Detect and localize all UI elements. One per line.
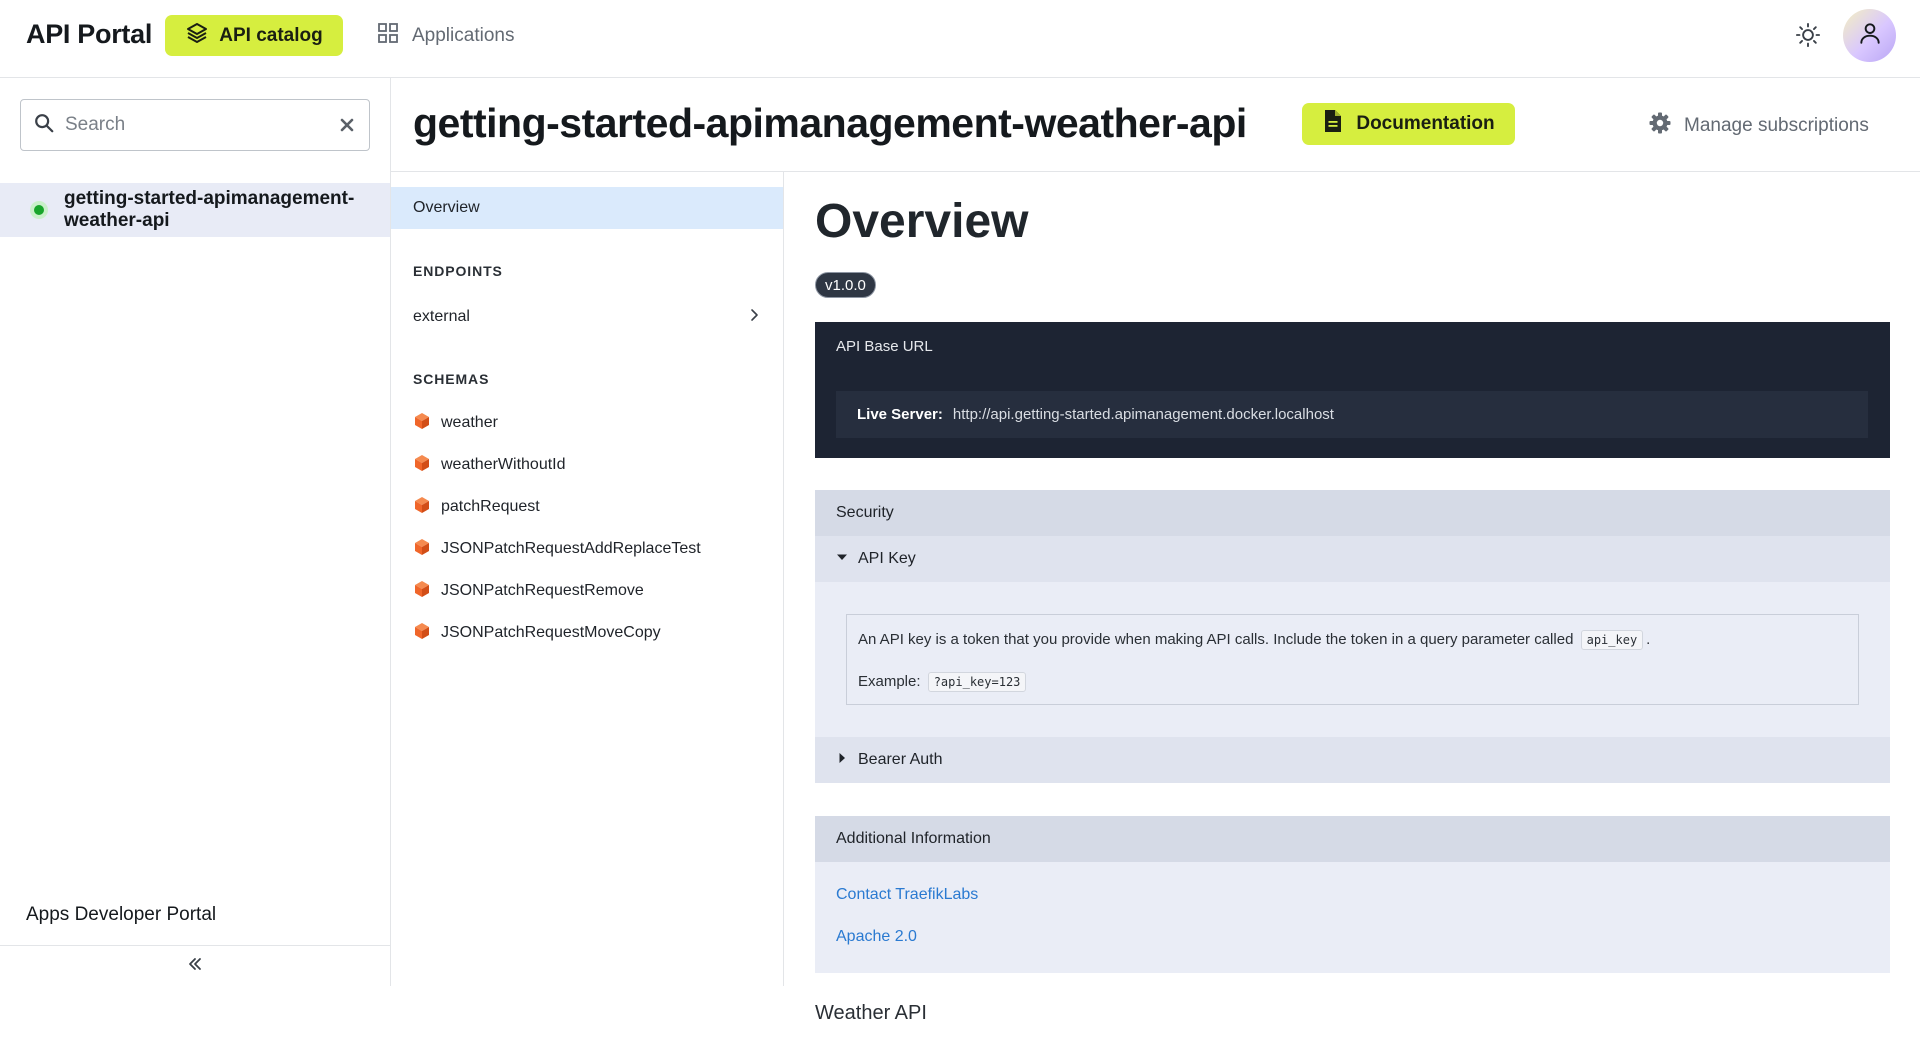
api-base-url-heading: API Base URL: [836, 337, 933, 355]
manage-subscriptions-button[interactable]: Manage subscriptions: [1648, 111, 1869, 141]
cube-icon: [413, 538, 431, 561]
schema-label: weatherWithoutId: [441, 456, 566, 473]
api-key-label: API Key: [858, 550, 916, 567]
top-navigation-bar: API Portal API catalog Applications: [0, 0, 1920, 78]
live-server-label: Live Server:: [857, 406, 943, 423]
api-key-param-code: api_key: [1580, 630, 1644, 650]
cube-icon: [413, 496, 431, 519]
nav-api-catalog-label: API catalog: [219, 24, 323, 46]
bearer-auth-label: Bearer Auth: [858, 751, 943, 768]
nav-applications-label: Applications: [412, 24, 515, 46]
api-title: getting-started-apimanagement-weather-ap…: [413, 100, 1247, 146]
documentation-button-label: Documentation: [1356, 113, 1495, 134]
cube-icon: [413, 580, 431, 603]
api-key-description: An API key is a token that you provide w…: [858, 630, 1847, 650]
additional-information-panel: Additional Information Contact TraefikLa…: [815, 816, 1890, 973]
live-server-url: http://api.getting-started.apimanagement…: [952, 406, 1334, 423]
status-online-icon: [30, 201, 48, 219]
api-key-example-code: ?api_key=123: [927, 672, 1027, 692]
license-link[interactable]: Apache 2.0: [836, 928, 917, 946]
caret-right-icon: [836, 751, 848, 769]
search-input[interactable]: [65, 114, 327, 136]
search-icon: [33, 112, 55, 139]
schemas-heading: SCHEMAS: [413, 371, 490, 387]
schema-item[interactable]: JSONPatchRequestMoveCopy: [413, 618, 661, 648]
version-badge: v1.0.0: [815, 272, 876, 298]
api-key-example: Example: ?api_key=123: [858, 672, 1847, 692]
clear-search-icon[interactable]: [337, 115, 357, 135]
gear-icon: [1648, 111, 1672, 141]
collapse-sidebar-button[interactable]: [0, 945, 390, 986]
endpoint-group-label: external: [413, 308, 470, 325]
endpoints-heading: ENDPOINTS: [413, 263, 503, 279]
api-key-description-text: An API key is a token that you provide w…: [858, 631, 1574, 648]
apps-developer-portal-label: Apps Developer Portal: [26, 904, 217, 925]
schema-label: weather: [441, 414, 498, 431]
api-header: getting-started-apimanagement-weather-ap…: [391, 78, 1920, 172]
schema-label: patchRequest: [441, 498, 540, 515]
document-icon: [1322, 109, 1344, 139]
sun-icon: [1794, 21, 1822, 54]
schema-label: JSONPatchRequestAddReplaceTest: [441, 540, 701, 557]
nav-applications[interactable]: Applications: [376, 15, 514, 56]
api-key-example-label: Example:: [858, 673, 921, 690]
layers-icon: [185, 21, 209, 51]
api-base-url-panel: API Base URL Live Server: http://api.get…: [815, 322, 1890, 458]
schema-item[interactable]: JSONPatchRequestAddReplaceTest: [413, 534, 701, 564]
brand-title: API Portal: [26, 19, 153, 49]
documentation-button[interactable]: Documentation: [1302, 103, 1515, 145]
search-box: [20, 99, 370, 151]
api-description-title: Weather API: [815, 1002, 927, 1024]
schema-item[interactable]: weather: [413, 408, 498, 438]
security-panel: Security API Key An API key is a token t…: [815, 490, 1890, 783]
cube-icon: [413, 454, 431, 477]
bearer-auth-accordion[interactable]: Bearer Auth: [815, 737, 1890, 783]
manage-subscriptions-label: Manage subscriptions: [1684, 115, 1869, 136]
cube-icon: [413, 412, 431, 435]
contact-link[interactable]: Contact TraefikLabs: [836, 886, 978, 904]
schema-label: JSONPatchRequestRemove: [441, 582, 644, 599]
api-sidebar: getting-started-apimanagement-weather-ap…: [0, 78, 391, 986]
chevron-right-icon: [747, 308, 761, 327]
theme-toggle-button[interactable]: [1791, 20, 1825, 54]
api-list-item-label: getting-started-apimanagement-weather-ap…: [64, 188, 355, 231]
endpoint-group-external[interactable]: external: [391, 297, 783, 337]
schema-item[interactable]: patchRequest: [413, 492, 540, 522]
caret-down-icon: [836, 550, 848, 568]
page-title: Overview: [815, 195, 1029, 248]
chevrons-left-icon: [185, 954, 205, 979]
schema-item[interactable]: JSONPatchRequestRemove: [413, 576, 644, 606]
cube-icon: [413, 622, 431, 645]
api-key-details: An API key is a token that you provide w…: [846, 614, 1859, 705]
grid-icon: [376, 21, 400, 51]
api-list-item[interactable]: getting-started-apimanagement-weather-ap…: [0, 183, 390, 237]
schema-label: JSONPatchRequestMoveCopy: [441, 624, 661, 641]
user-icon: [1857, 20, 1883, 51]
nav-overview[interactable]: Overview: [391, 187, 783, 229]
additional-information-heading: Additional Information: [815, 816, 1890, 862]
user-avatar-button[interactable]: [1843, 9, 1896, 62]
api-section-nav: Overview ENDPOINTS external SCHEMAS weat…: [391, 172, 784, 986]
nav-api-catalog[interactable]: API catalog: [165, 15, 343, 56]
api-key-description-end: .: [1646, 631, 1651, 648]
security-heading: Security: [815, 490, 1890, 536]
api-key-accordion[interactable]: API Key: [815, 536, 1890, 582]
live-server-row: Live Server: http://api.getting-started.…: [836, 391, 1868, 438]
schema-item[interactable]: weatherWithoutId: [413, 450, 566, 480]
